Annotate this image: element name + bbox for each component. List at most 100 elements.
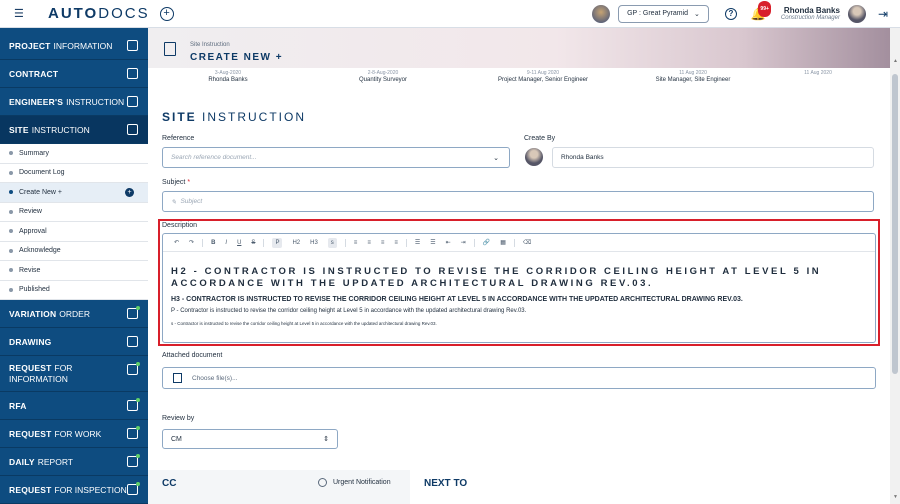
align-justify-icon[interactable]: ≡ — [394, 240, 398, 246]
top-bar: ☰ AUTODOCS + GP : Great Pyramid⌄ ? 🔔99+ … — [0, 0, 900, 28]
strikethrough-button[interactable]: S — [251, 240, 255, 246]
scrollbar[interactable]: ▲ ▼ — [890, 28, 900, 504]
info-icon — [127, 40, 138, 51]
notification-badge: 99+ — [758, 0, 771, 17]
project-select[interactable]: GP : Great Pyramid ⌄ — [618, 4, 709, 23]
chevron-updown-icon: ⇕ — [323, 436, 329, 443]
review-select[interactable]: CM ⇕ — [162, 429, 338, 449]
pencil-icon: ✎ — [171, 198, 177, 206]
workflow-step: 9-11 Aug 2020 Project Manager, Senior Eng… — [497, 70, 589, 83]
clear-format-icon[interactable]: ⌫ — [523, 239, 531, 246]
sidebar-item-drawing[interactable]: DRAWING — [0, 328, 148, 356]
avatar[interactable] — [847, 4, 866, 23]
logout-icon[interactable]: ⇥ — [878, 7, 888, 21]
file-icon — [173, 373, 182, 383]
user-name: Rhonda Banks — [783, 6, 840, 15]
urgent-notification-toggle[interactable]: Urgent Notification — [318, 478, 391, 487]
align-right-icon[interactable]: ≡ — [381, 240, 385, 246]
editor-toolbar: ↶ ↷ B I U S P H2 H3 s ≡ ≡ ≡ ≡ ☰ ☰ ⇤ ⇥ 🔗 … — [163, 234, 875, 252]
small-text-button[interactable]: s — [327, 237, 337, 248]
createby-label: Create By — [524, 135, 556, 142]
reference-select[interactable]: Search reference document... ⌄ — [162, 147, 510, 168]
help-icon[interactable]: ? — [724, 7, 737, 20]
sidebar-subitem-published[interactable]: Published — [0, 280, 148, 300]
user-info[interactable]: Rhonda Banks Construction Manager — [781, 6, 840, 21]
sidebar-item-request-for-information[interactable]: REQUEST FOR INFORMATION — [0, 356, 148, 392]
page-banner: Site Instruction CREATE NEW + — [148, 28, 890, 68]
scroll-down-icon[interactable]: ▼ — [893, 494, 898, 500]
menu-icon[interactable]: ☰ — [14, 7, 34, 20]
editor-heading2: H2 - CONTRACTOR IS INSTRUCTED TO REVISE … — [171, 266, 822, 289]
align-left-icon[interactable]: ≡ — [354, 240, 358, 246]
workflow-step: 3-Aug-2020 Rhonda Banks — [208, 70, 248, 83]
status-dot — [136, 398, 140, 402]
scroll-thumb[interactable] — [892, 74, 898, 374]
section-title: SITE INSTRUCTION — [162, 110, 307, 124]
notification-bell-icon[interactable]: 🔔99+ — [751, 0, 771, 21]
scroll-up-icon[interactable]: ▲ — [893, 58, 898, 64]
undo-icon[interactable]: ↶ — [174, 239, 179, 246]
project-avatar — [592, 4, 611, 23]
add-icon[interactable]: + — [159, 6, 174, 21]
bold-button[interactable]: B — [211, 240, 215, 246]
sidebar-item-request-for-work[interactable]: REQUEST FOR WORK — [0, 420, 148, 448]
heading2-button[interactable]: H2 — [292, 240, 300, 246]
sidebar-subitem-document-log[interactable]: Document Log — [0, 163, 148, 183]
bullet — [9, 170, 13, 175]
subject-label: Subject * — [162, 179, 191, 186]
table-icon[interactable]: ▦ — [500, 239, 506, 246]
bullet — [9, 287, 13, 292]
bullet-list-icon[interactable]: ☰ — [415, 239, 420, 246]
app-logo[interactable]: AUTODOCS — [48, 5, 150, 22]
outdent-icon[interactable]: ⇤ — [446, 239, 451, 246]
cc-title: CC — [162, 478, 177, 489]
description-editor[interactable]: ↶ ↷ B I U S P H2 H3 s ≡ ≡ ≡ ≡ ☰ ☰ ⇤ ⇥ 🔗 … — [162, 233, 876, 343]
sidebar-item-contract[interactable]: CONTRACT — [0, 60, 148, 88]
sidebar-subitem-create-new[interactable]: Create New + + — [0, 183, 148, 203]
editor-paragraph: P - Contractor is instructed to revise t… — [171, 308, 527, 314]
attach-file-input[interactable]: Choose file(s)... — [162, 367, 876, 389]
workflow-step: 11 Aug 2020 Site Manager, Site Engineer — [655, 70, 731, 83]
main-content: Site Instruction CREATE NEW + 3-Aug-2020… — [148, 28, 890, 504]
editor-heading3: H3 - CONTRACTOR IS INSTRUCTED TO REVISE … — [171, 296, 743, 303]
bullet — [9, 190, 13, 195]
next-title: NEXT TO — [424, 478, 468, 489]
sidebar-item-daily-report[interactable]: DAILY REPORT — [0, 448, 148, 476]
align-center-icon[interactable]: ≡ — [367, 240, 371, 246]
sidebar-item-project-information[interactable]: PROJECT INFORMATION — [0, 32, 148, 60]
attached-label: Attached document — [162, 352, 223, 359]
sidebar-item-request-for-inspection[interactable]: REQUEST FOR INSPECTION — [0, 476, 148, 504]
createby-field: Rhonda Banks — [552, 147, 874, 168]
heading3-button[interactable]: H3 — [310, 240, 318, 246]
next-panel — [410, 470, 876, 504]
document-icon — [164, 42, 176, 56]
plus-icon: + — [125, 188, 134, 197]
document-icon — [127, 96, 138, 107]
sidebar-subitem-approval[interactable]: Approval — [0, 222, 148, 242]
clock-icon — [318, 478, 327, 487]
sidebar-subitem-review[interactable]: Review — [0, 202, 148, 222]
sidebar-subitem-acknowledge[interactable]: Acknowledge — [0, 241, 148, 261]
redo-icon[interactable]: ↷ — [189, 239, 194, 246]
subject-input[interactable]: ✎ Subject — [162, 191, 874, 212]
sidebar-subitem-summary[interactable]: Summary — [0, 144, 148, 164]
sidebar-item-site-instruction[interactable]: SITE INSTRUCTION — [0, 116, 148, 144]
toolbar-divider — [344, 238, 346, 247]
sidebar-subitem-revise[interactable]: Revise — [0, 261, 148, 281]
indent-icon[interactable]: ⇥ — [461, 239, 466, 246]
status-dot — [136, 482, 140, 486]
toolbar-divider — [473, 238, 475, 247]
italic-button[interactable]: I — [225, 240, 227, 246]
workflow-step: 11 Aug 2020 — [804, 70, 832, 76]
bottom-section: CC Urgent Notification NEXT TO — [148, 470, 876, 504]
bullet — [9, 248, 13, 253]
sidebar-item-variation-order[interactable]: VARIATION ORDER — [0, 300, 148, 328]
underline-button[interactable]: U — [237, 240, 241, 246]
reference-label: Reference — [162, 135, 195, 142]
numbered-list-icon[interactable]: ☰ — [430, 239, 435, 246]
sidebar-item-engineers-instruction[interactable]: ENGINEER'S INSTRUCTION — [0, 88, 148, 116]
sidebar-item-rfa[interactable]: RFA — [0, 392, 148, 420]
paragraph-button[interactable]: P — [272, 237, 283, 248]
link-icon[interactable]: 🔗 — [483, 239, 490, 246]
chevron-down-icon: ⌄ — [493, 155, 499, 162]
